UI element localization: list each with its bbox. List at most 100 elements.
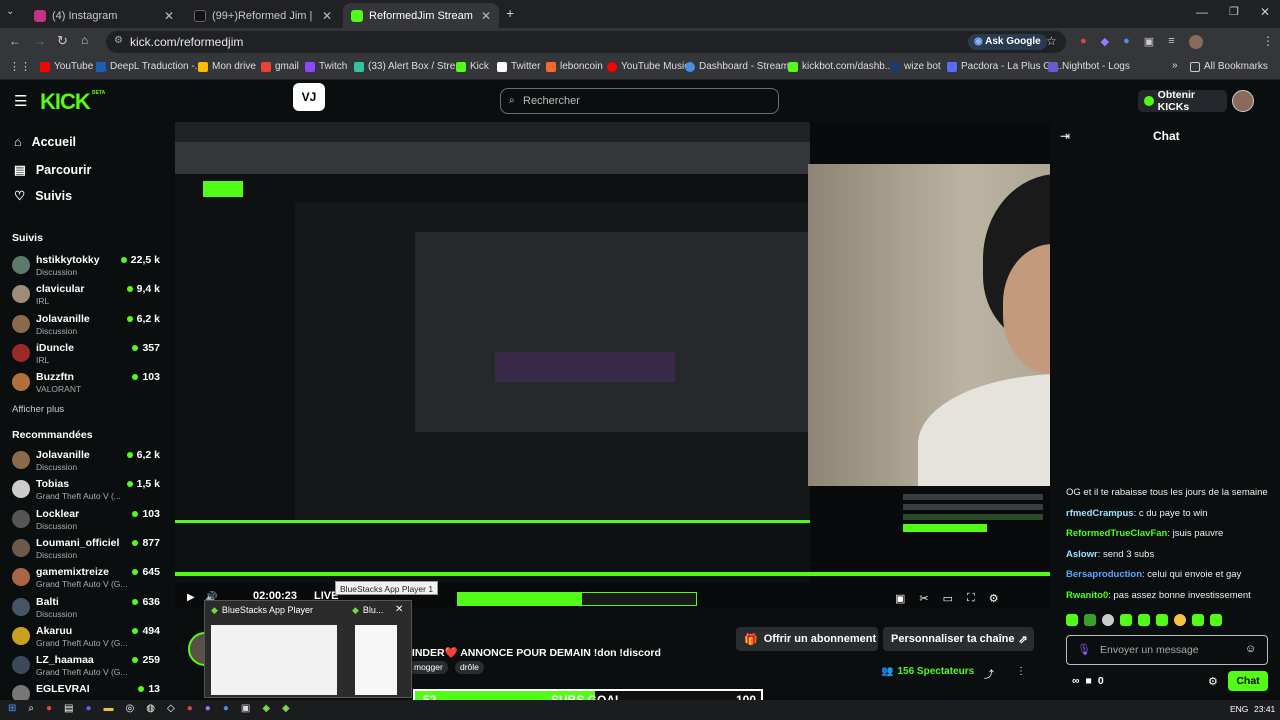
microphone-icon[interactable]: 🎙 — [1077, 643, 1091, 656]
play-icon[interactable]: ▶ — [187, 592, 195, 603]
sidebar-channel[interactable]: hstikkytokky Discussion 22,5 k — [12, 253, 160, 279]
app-icon[interactable]: ● — [187, 703, 193, 714]
more-icon[interactable]: ⋮ — [1016, 666, 1026, 677]
extension-icon[interactable]: ● — [1080, 35, 1087, 49]
url-field[interactable]: ⚙ kick.com/reformedjim ◉ Ask Google ☆ — [106, 31, 1066, 53]
sidebar-channel[interactable]: Locklear Discussion 103 — [12, 507, 160, 533]
puzzle-icon[interactable]: ▣ — [1144, 35, 1154, 49]
bookmark-item[interactable]: Dashboard - Stream... — [685, 61, 797, 72]
clip-icon[interactable]: ✂ — [919, 592, 928, 605]
obs-icon[interactable]: ◎ — [126, 703, 135, 714]
sidebar-channel[interactable]: clavicular IRL 9,4 k — [12, 282, 160, 308]
bookmark-item[interactable]: kickbot.com/dashb... — [788, 61, 893, 72]
emote-icon[interactable] — [1174, 614, 1186, 626]
bookmark-item[interactable]: Twitch — [305, 61, 347, 72]
chat-settings-icon[interactable]: ⚙ — [1208, 675, 1218, 688]
profile-avatar[interactable] — [1188, 35, 1203, 49]
tag-mogger[interactable]: mogger — [409, 661, 448, 674]
bookmark-item[interactable]: wize bot — [890, 61, 941, 72]
close-icon[interactable]: ✕ — [164, 9, 174, 23]
chat-username[interactable]: ReformedTrueClavFan — [1066, 528, 1167, 539]
gift-sub-button[interactable]: 🎁 Offrir un abonnement — [736, 627, 878, 651]
sidebar-channel[interactable]: Tobias Grand Theft Auto V (... 1,5 k — [12, 477, 160, 503]
close-icon[interactable]: ✕ — [481, 9, 491, 23]
start-icon[interactable]: ⊞ — [8, 703, 16, 714]
share-icon[interactable]: ⤴ — [984, 666, 994, 681]
channel-points[interactable]: ∞ ■ 0 — [1072, 675, 1104, 687]
nav-home[interactable]: ⌂ Accueil — [14, 135, 76, 149]
language-indicator[interactable]: ENG — [1230, 704, 1248, 714]
bookmark-item[interactable]: (33) Alert Box / Stre... — [354, 61, 464, 72]
folder-icon[interactable]: ▬ — [104, 703, 114, 714]
task-view-icon[interactable]: ▤ — [64, 703, 73, 714]
reload-icon[interactable]: ↻ — [57, 33, 68, 49]
bookmark-item[interactable]: YouTube Music — [607, 61, 689, 72]
minimize-icon[interactable]: — — [1196, 5, 1208, 19]
emoji-icon[interactable]: ☺ — [1245, 643, 1256, 655]
chat-username[interactable]: rfmedCrampus — [1066, 508, 1134, 519]
chat-send-button[interactable]: Chat — [1228, 671, 1268, 691]
emote-icon[interactable] — [1156, 614, 1168, 626]
sidebar-channel[interactable]: Jolavanille Discussion 6,2 k — [12, 312, 160, 338]
chat-username[interactable]: Rwanito0 — [1066, 590, 1108, 601]
close-window-icon[interactable]: ✕ — [1260, 5, 1270, 19]
sidebar-channel[interactable]: Akaruu Grand Theft Auto V (G... 494 — [12, 624, 160, 650]
theater-icon[interactable]: ▭ — [943, 592, 953, 605]
emote-icon[interactable] — [1210, 614, 1222, 626]
sidebar-channel[interactable]: Buzzftn VALORANT 103 — [12, 370, 160, 396]
back-icon[interactable]: ← — [9, 34, 21, 48]
emote-icon[interactable] — [1120, 614, 1132, 626]
chat-input[interactable]: 🎙 Envoyer un message ☺ — [1066, 635, 1268, 665]
extension-icon[interactable]: ● — [1123, 35, 1130, 49]
clock[interactable]: 23:41 — [1254, 704, 1275, 714]
preview-2-thumbnail[interactable] — [355, 625, 397, 695]
tab-tiktok[interactable]: (99+)Reformed Jim | (@refor ✕ — [186, 3, 340, 28]
chat-username[interactable]: Aslowr — [1066, 549, 1098, 560]
emote-icon[interactable] — [1102, 614, 1114, 626]
close-icon[interactable]: ✕ — [395, 604, 403, 615]
apps-grid-icon[interactable]: ⋮⋮ — [9, 60, 31, 73]
new-tab-icon[interactable]: + — [506, 5, 514, 21]
app-icon[interactable]: ◇ — [167, 703, 175, 714]
search-input[interactable]: ⌕ Rechercher — [500, 88, 779, 114]
kebab-menu-icon[interactable]: ⋮ — [1262, 34, 1274, 48]
media-icon[interactable]: ≡ — [1168, 35, 1174, 49]
tab-instagram[interactable]: (4) Instagram ✕ — [26, 3, 182, 28]
preview-1-thumbnail[interactable] — [211, 625, 337, 695]
customize-channel-button[interactable]: Personnaliser ta chaîne ⇗ — [883, 627, 1034, 651]
bookmark-item[interactable]: Pacdora - La Plus Gr... — [947, 61, 1062, 72]
bookmark-item[interactable]: Nightbot - Logs — [1048, 61, 1130, 72]
tab-search-icon[interactable]: ⌄ — [6, 6, 14, 17]
app-icon[interactable]: ▣ — [241, 703, 250, 714]
bluestacks-icon[interactable]: ◆ — [262, 703, 270, 714]
bookmark-item[interactable]: DeepL Traduction -... — [96, 61, 203, 72]
maximize-icon[interactable]: ❐ — [1229, 5, 1239, 18]
sidebar-channel[interactable]: LZ_haamaa Grand Theft Auto V (G... 259 — [12, 653, 160, 679]
fullscreen-icon[interactable]: ⛶ — [967, 592, 975, 605]
sidebar-channel[interactable]: iDuncle IRL 357 — [12, 341, 160, 367]
sidebar-channel[interactable]: Jolavanille Discussion 6,2 k — [12, 448, 160, 474]
forward-icon[interactable]: → — [34, 34, 46, 48]
emote-icon[interactable] — [1066, 614, 1078, 626]
bookmark-item[interactable]: leboncoin — [546, 61, 603, 72]
bookmark-item[interactable]: YouTube — [40, 61, 93, 72]
close-icon[interactable]: ✕ — [322, 9, 332, 23]
all-bookmarks-button[interactable]: All Bookmarks — [1190, 61, 1268, 72]
site-info-icon[interactable]: ⚙ — [114, 35, 123, 46]
discord-icon[interactable]: ● — [86, 703, 92, 714]
home-icon[interactable]: ⌂ — [81, 33, 88, 47]
app-icon[interactable]: ● — [205, 703, 211, 714]
bookmark-item[interactable]: Mon drive — [198, 61, 256, 72]
nav-browse[interactable]: ▤ Parcourir — [14, 162, 91, 178]
extension-icon[interactable]: ◆ — [1101, 35, 1109, 49]
search-icon[interactable]: ⌕ — [28, 703, 34, 714]
nav-following[interactable]: ♡ Suivis — [14, 188, 72, 204]
app-icon[interactable]: ● — [223, 703, 229, 714]
tab-kick[interactable]: ReformedJim Stream - Watch L ✕ — [343, 3, 499, 28]
ask-google-button[interactable]: ◉ Ask Google — [968, 34, 1047, 50]
sidebar-channel[interactable]: Loumani_officiel Discussion 877 — [12, 536, 160, 562]
chrome-icon[interactable]: ● — [46, 703, 52, 714]
emote-icon[interactable] — [1192, 614, 1204, 626]
chevron-right-icon[interactable]: » — [1172, 60, 1178, 71]
hamburger-menu-icon[interactable]: ☰ — [14, 94, 27, 109]
